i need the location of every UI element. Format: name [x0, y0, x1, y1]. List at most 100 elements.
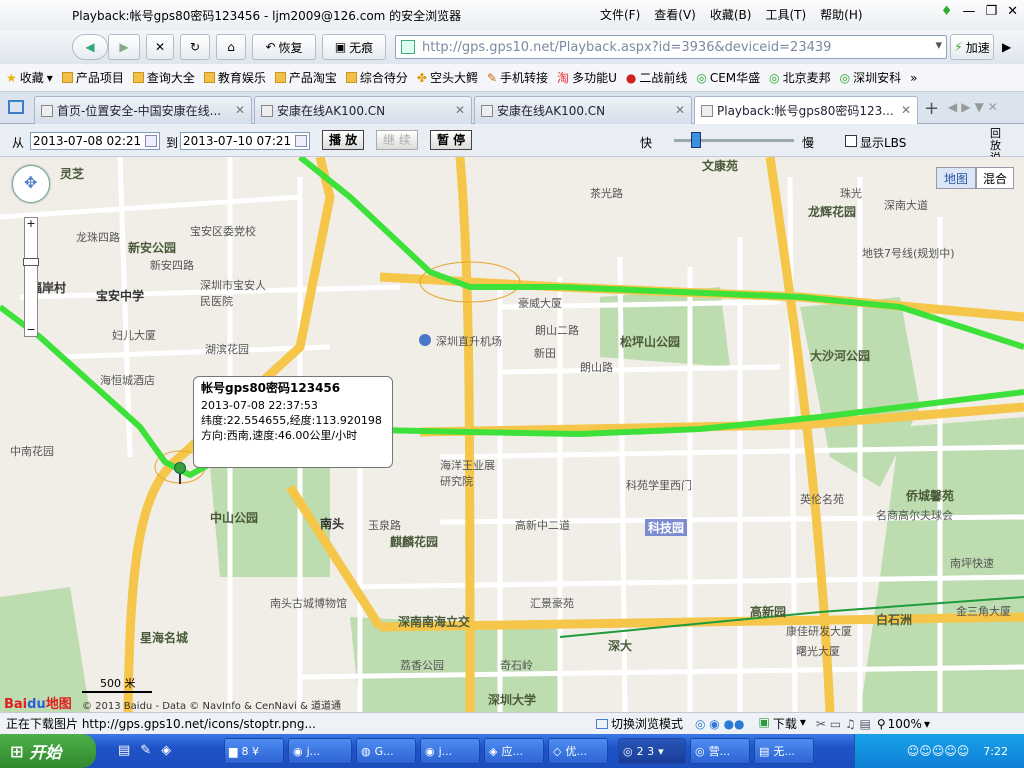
speed-slider[interactable]: [674, 132, 794, 148]
notrace-button[interactable]: ▣ 无痕: [322, 34, 386, 60]
new-tab-button[interactable]: +: [924, 98, 939, 119]
fav-item[interactable]: 查询大全: [132, 69, 195, 86]
popup-title: 帐号gps80密码123456: [201, 381, 341, 395]
vehicle-marker-icon[interactable]: [174, 462, 186, 474]
clock: 7:22: [983, 744, 1008, 758]
zoom-out-button[interactable]: −: [25, 324, 37, 336]
fav-item[interactable]: ● 二战前线: [626, 69, 688, 86]
home-button[interactable]: ⌂: [216, 34, 246, 60]
skin-icon[interactable]: ♦: [941, 4, 953, 19]
fav-item[interactable]: ✎ 手机转接: [487, 69, 548, 86]
zoom-in-button[interactable]: +: [25, 218, 37, 230]
fav-item[interactable]: 产品项目: [61, 69, 124, 86]
address-dropdown-icon[interactable]: ▾: [935, 38, 942, 53]
tab-2[interactable]: 安康在线AK100.CN ✕: [254, 96, 472, 124]
taskbar-item[interactable]: ◉ j...: [420, 738, 480, 764]
map-pan-control[interactable]: ✥: [12, 165, 50, 203]
windows-taskbar: ⊞ 开始 ▤ ✎ ◈ ▆ 8 ¥ ◉ j... ◍ G... ◉ j... ◈ 应... ◇ 优.…: [0, 734, 1024, 768]
tab-close-all-icon[interactable]: ✕: [988, 100, 998, 114]
zoom-level-thumb[interactable]: [23, 258, 39, 266]
quick-launch[interactable]: ▤ ✎ ◈: [118, 743, 171, 758]
browse-mode-toggle[interactable]: 切换浏览模式: [596, 715, 683, 732]
map-type-hybrid-button[interactable]: 混合: [976, 167, 1014, 189]
map-label: 妇儿大厦: [112, 329, 156, 342]
tab-3[interactable]: 安康在线AK100.CN ✕: [474, 96, 692, 124]
show-lbs-checkbox[interactable]: [845, 135, 857, 147]
navbar-more-icon[interactable]: ▶: [1002, 40, 1011, 54]
tab-close-icon[interactable]: ✕: [235, 103, 245, 117]
calendar-icon[interactable]: [295, 135, 307, 147]
airport-icon: [419, 334, 431, 346]
map-label: 灵芝: [60, 167, 85, 181]
maximize-button[interactable]: ❐: [985, 4, 997, 19]
menu-favorites[interactable]: 收藏(B): [710, 6, 752, 23]
start-button[interactable]: ⊞ 开始: [0, 734, 96, 768]
continue-button[interactable]: 继 续: [376, 130, 418, 150]
from-datetime-input[interactable]: 2013-07-08 02:21: [30, 132, 160, 150]
forward-button[interactable]: ▶: [108, 34, 140, 60]
download-button[interactable]: ▣ 下载 ▾: [759, 715, 806, 732]
refresh-button[interactable]: ↻: [180, 34, 210, 60]
window-icon: [596, 718, 608, 729]
tab-scroll-controls[interactable]: ◀ ▶ ▼ ✕: [948, 100, 998, 114]
tool-icons[interactable]: ✂ ▭ ♫ ▤: [816, 717, 871, 731]
quicklaunch-icon[interactable]: ✎: [140, 743, 151, 758]
speedup-button[interactable]: ⚡ 加速: [950, 34, 994, 60]
zoom-control[interactable]: ⚲ 100% ▾: [877, 717, 930, 731]
favorites-menu[interactable]: ★ 收藏 ▾: [6, 69, 53, 86]
tray-icons[interactable]: ☺☺☺☺☺: [907, 744, 970, 758]
fav-item[interactable]: 教育娱乐: [203, 69, 266, 86]
taskbar-item[interactable]: ◇ 优...: [548, 738, 608, 764]
play-button[interactable]: 播 放: [322, 130, 365, 150]
tab-4-active[interactable]: Playback:帐号gps80密码123... ✕: [694, 96, 918, 124]
taskbar-item[interactable]: ◍ G...: [356, 738, 416, 764]
taskbar-item[interactable]: ◎ 2 3 ▾: [618, 738, 686, 764]
address-bar[interactable]: http://gps.gps10.net/Playback.aspx?id=39…: [395, 35, 947, 59]
map-label: 高新园: [750, 605, 787, 619]
fav-item[interactable]: ◎ 北京麦邦: [769, 69, 831, 86]
back-button[interactable]: ◀: [72, 34, 108, 60]
tab-close-icon[interactable]: ✕: [455, 103, 465, 117]
speed-slider-thumb[interactable]: [690, 132, 701, 148]
menu-view[interactable]: 查看(V): [654, 6, 696, 23]
pause-button[interactable]: 暂 停: [430, 130, 473, 150]
favorites-more-icon[interactable]: »: [910, 71, 917, 85]
map-type-map-button[interactable]: 地图: [936, 167, 976, 189]
tab-right-icon[interactable]: ▶: [961, 100, 970, 114]
fav-item[interactable]: ◎ 深圳安科: [840, 69, 902, 86]
menu-help[interactable]: 帮助(H): [820, 6, 862, 23]
marker-pin-line: [179, 474, 181, 484]
tab-close-icon[interactable]: ✕: [675, 103, 685, 117]
fav-item[interactable]: 综合待分: [345, 69, 408, 86]
tab-list-icon[interactable]: ▼: [974, 100, 983, 114]
menu-tools[interactable]: 工具(T): [765, 6, 806, 23]
tab-1[interactable]: 首页-位置安全-中国安康在线... ✕: [34, 96, 252, 124]
calendar-icon[interactable]: [145, 135, 157, 147]
minimize-button[interactable]: —: [962, 4, 975, 19]
fav-item[interactable]: ✤ 空头大鳄: [417, 69, 478, 86]
map-view[interactable]: 灵芝 新安公园 宝安区委党校 新安四路 宝安中学 深圳市宝安人民医院 福岸村 妇…: [0, 157, 1024, 712]
quicklaunch-icon[interactable]: ▤: [118, 743, 130, 758]
quicklaunch-icon[interactable]: ◈: [161, 743, 171, 758]
taskbar-item[interactable]: ◉ j...: [288, 738, 352, 764]
stop-button[interactable]: ✕: [146, 34, 174, 60]
map-label: 高新中二道: [515, 519, 570, 532]
sidebar-toggle-icon[interactable]: [8, 100, 24, 114]
map-zoom-slider[interactable]: + −: [23, 217, 39, 337]
tab-close-icon[interactable]: ✕: [901, 103, 911, 117]
taskbar-item[interactable]: ▤ 无...: [754, 738, 814, 764]
undo-icon: ↶: [265, 40, 276, 54]
taskbar-item[interactable]: ◎ 营...: [690, 738, 750, 764]
status-icons[interactable]: ◎ ◉ ●●: [695, 717, 745, 731]
close-button[interactable]: ✕: [1007, 4, 1018, 19]
tab-left-icon[interactable]: ◀: [948, 100, 957, 114]
restore-button[interactable]: ↶ 恢复: [252, 34, 316, 60]
fav-item[interactable]: 产品淘宝: [274, 69, 337, 86]
fav-item[interactable]: ◎ CEM华盛: [696, 69, 760, 86]
taskbar-item[interactable]: ◈ 应...: [484, 738, 544, 764]
link-icon: ◎: [839, 70, 851, 85]
menu-file[interactable]: 文件(F): [600, 6, 640, 23]
to-datetime-input[interactable]: 2013-07-10 07:21: [180, 132, 310, 150]
fav-item[interactable]: 淘多功能U: [557, 69, 617, 86]
taskbar-item[interactable]: ▆ 8 ¥: [224, 738, 284, 764]
